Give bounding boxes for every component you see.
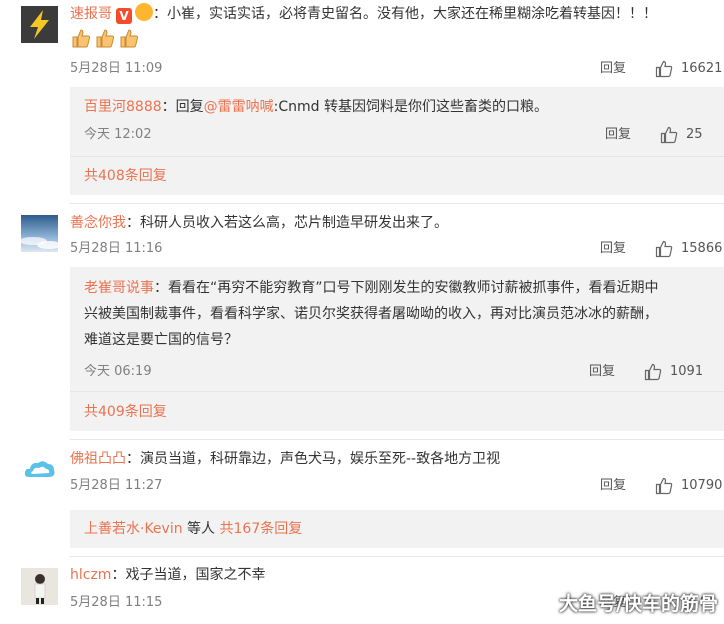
thumbs-up-icon — [644, 363, 662, 381]
more-replies-link[interactable]: 共408条回复 — [84, 166, 167, 186]
like-button[interactable]: 25 — [660, 125, 703, 145]
thumbs-up-emoji-icon — [94, 27, 116, 49]
comment-body: ：演员当道，科研靠边，声色犬马，娱乐至死--致各地方卫视 — [126, 451, 501, 467]
timestamp: 5月28日 11:27 — [70, 478, 163, 493]
thumbs-up-icon — [660, 126, 678, 144]
timestamp: 今天 06:19 — [84, 364, 152, 379]
sub-reply-meta: 今天 12:02 回复 25 — [84, 125, 724, 145]
comment-text: 善念你我：科研人员收入若这么高，芯片制造早研发出来了。 — [70, 212, 724, 234]
comment-body: ：小崔，实话实话，必将青史留名。没有他，大家还在稀里糊涂吃着转基因！！！ — [153, 6, 657, 22]
more-replies-row: 上善若水·Kevin 等人 共167条回复 — [84, 519, 302, 539]
lightning-icon — [21, 6, 58, 43]
avatar[interactable] — [21, 6, 58, 43]
comment-text: hlczm：戏子当道，国家之不幸 — [70, 564, 724, 586]
like-count: 25 — [686, 127, 703, 142]
username[interactable]: 善念你我 — [70, 215, 126, 231]
divider — [70, 203, 724, 204]
timestamp: 5月28日 11:15 — [70, 595, 163, 610]
comment-meta: 5月28日 11:16 回复 15866 — [70, 239, 722, 259]
reply-button[interactable]: 回复 — [600, 476, 626, 496]
username[interactable]: 佛祖凸凸 — [70, 451, 126, 467]
timestamp: 5月28日 11:16 — [70, 241, 163, 256]
sub-reply-text-line-2: 兴被美国制裁事件，看看科学家、诺贝尔奖获得者屠呦呦的收入，再对比演员范冰冰的薪酬… — [84, 306, 658, 322]
divider — [70, 556, 724, 557]
person-avatar-icon — [21, 568, 58, 605]
divider — [70, 391, 724, 392]
username[interactable]: 速报哥 — [70, 6, 112, 22]
vip-badge-icon: V — [116, 8, 132, 24]
like-count: 16621 — [681, 61, 723, 76]
comment-text: 佛祖凸凸：演员当道，科研靠边，声色犬马，娱乐至死--致各地方卫视 — [70, 448, 724, 470]
like-count: 10790 — [681, 478, 723, 493]
reply-button[interactable]: 回复 — [605, 125, 631, 145]
sub-reply-body: ：看看在“再穷不能穷教育”口号下刚刚发生的安徽教师讨薪被抓事件，看看近期中 — [154, 280, 659, 296]
timestamp: 5月28日 11:09 — [70, 61, 163, 76]
sub-reply-meta: 今天 06:19 回复 1091 — [84, 362, 724, 382]
sub-reply-username[interactable]: 老崔哥说事 — [84, 280, 154, 296]
mention-link[interactable]: @雷雷呐喊 — [204, 99, 274, 115]
thumbs-up-emoji-icon — [70, 27, 92, 49]
like-count: 15866 — [681, 241, 723, 256]
thumbs-up-emoji-icon — [118, 27, 140, 49]
divider — [70, 439, 724, 440]
more-replies-mid: 等人 — [182, 521, 220, 537]
sub-reply-text: 百里河8888：回复@雷雷呐喊:Cnmd 转基因饲料是你们这些畜类的口粮。 — [84, 94, 714, 120]
like-button[interactable]: 16621 — [655, 59, 722, 79]
cloud-avatar-icon — [21, 451, 58, 488]
replier-names-link[interactable]: 上善若水·Kevin — [84, 521, 183, 537]
sub-reply-box: 老崔哥说事：看看在“再穷不能穷教育”口号下刚刚发生的安徽教师讨薪被抓事件，看看近… — [70, 267, 724, 431]
emoji-icon — [135, 3, 153, 21]
avatar[interactable] — [21, 568, 58, 605]
like-button[interactable]: 10790 — [655, 476, 722, 496]
sub-reply-text-line-3: 难道这是要亡国的信号？ — [84, 332, 238, 348]
reply-button[interactable]: 回复 — [589, 362, 615, 382]
sub-reply-text: 老崔哥说事：看看在“再穷不能穷教育”口号下刚刚发生的安徽教师讨薪被抓事件，看看近… — [84, 275, 714, 301]
sub-reply-username[interactable]: 百里河8888 — [84, 99, 162, 115]
thumbs-up-icon — [655, 477, 673, 495]
more-replies-link[interactable]: 共409条回复 — [84, 402, 167, 422]
comment-body: ：科研人员收入若这么高，芯片制造早研发出来了。 — [126, 215, 448, 231]
watermark: 大鱼号/快车的筋骨 — [559, 593, 718, 615]
comment-body: ：戏子当道，国家之不幸 — [111, 567, 266, 583]
thumbs-up-icon — [655, 240, 673, 258]
comment-meta: 5月28日 11:27 回复 10790 — [70, 476, 722, 496]
thumbs-up-emoji-row — [70, 27, 140, 49]
sub-reply-body: :Cnmd 转基因饲料是你们这些畜类的口粮。 — [273, 99, 548, 115]
avatar[interactable] — [21, 215, 58, 252]
thumbs-up-icon — [655, 60, 673, 78]
sub-reply-box: 上善若水·Kevin 等人 共167条回复 — [70, 510, 724, 548]
avatar[interactable] — [21, 451, 58, 488]
username[interactable]: hlczm — [70, 567, 111, 583]
like-count: 1091 — [670, 364, 704, 379]
comment-text: 速报哥 V ：小崔，实话实话，必将青史留名。没有他，大家还在稀里糊涂吃着转基因！！！ — [70, 3, 724, 25]
comment-meta: 5月28日 11:09 回复 16621 — [70, 59, 722, 79]
divider — [70, 156, 724, 157]
timestamp: 今天 12:02 — [84, 127, 152, 142]
reply-button[interactable]: 回复 — [600, 239, 626, 259]
like-button[interactable]: 15866 — [655, 239, 722, 259]
like-button[interactable]: 1091 — [644, 362, 703, 382]
sub-reply-box: 百里河8888：回复@雷雷呐喊:Cnmd 转基因饲料是你们这些畜类的口粮。 今天… — [70, 87, 724, 195]
reply-prefix: ：回复 — [161, 99, 204, 115]
more-replies-link[interactable]: 共167条回复 — [220, 521, 303, 537]
sky-avatar-icon — [21, 215, 58, 252]
reply-button[interactable]: 回复 — [600, 59, 626, 79]
